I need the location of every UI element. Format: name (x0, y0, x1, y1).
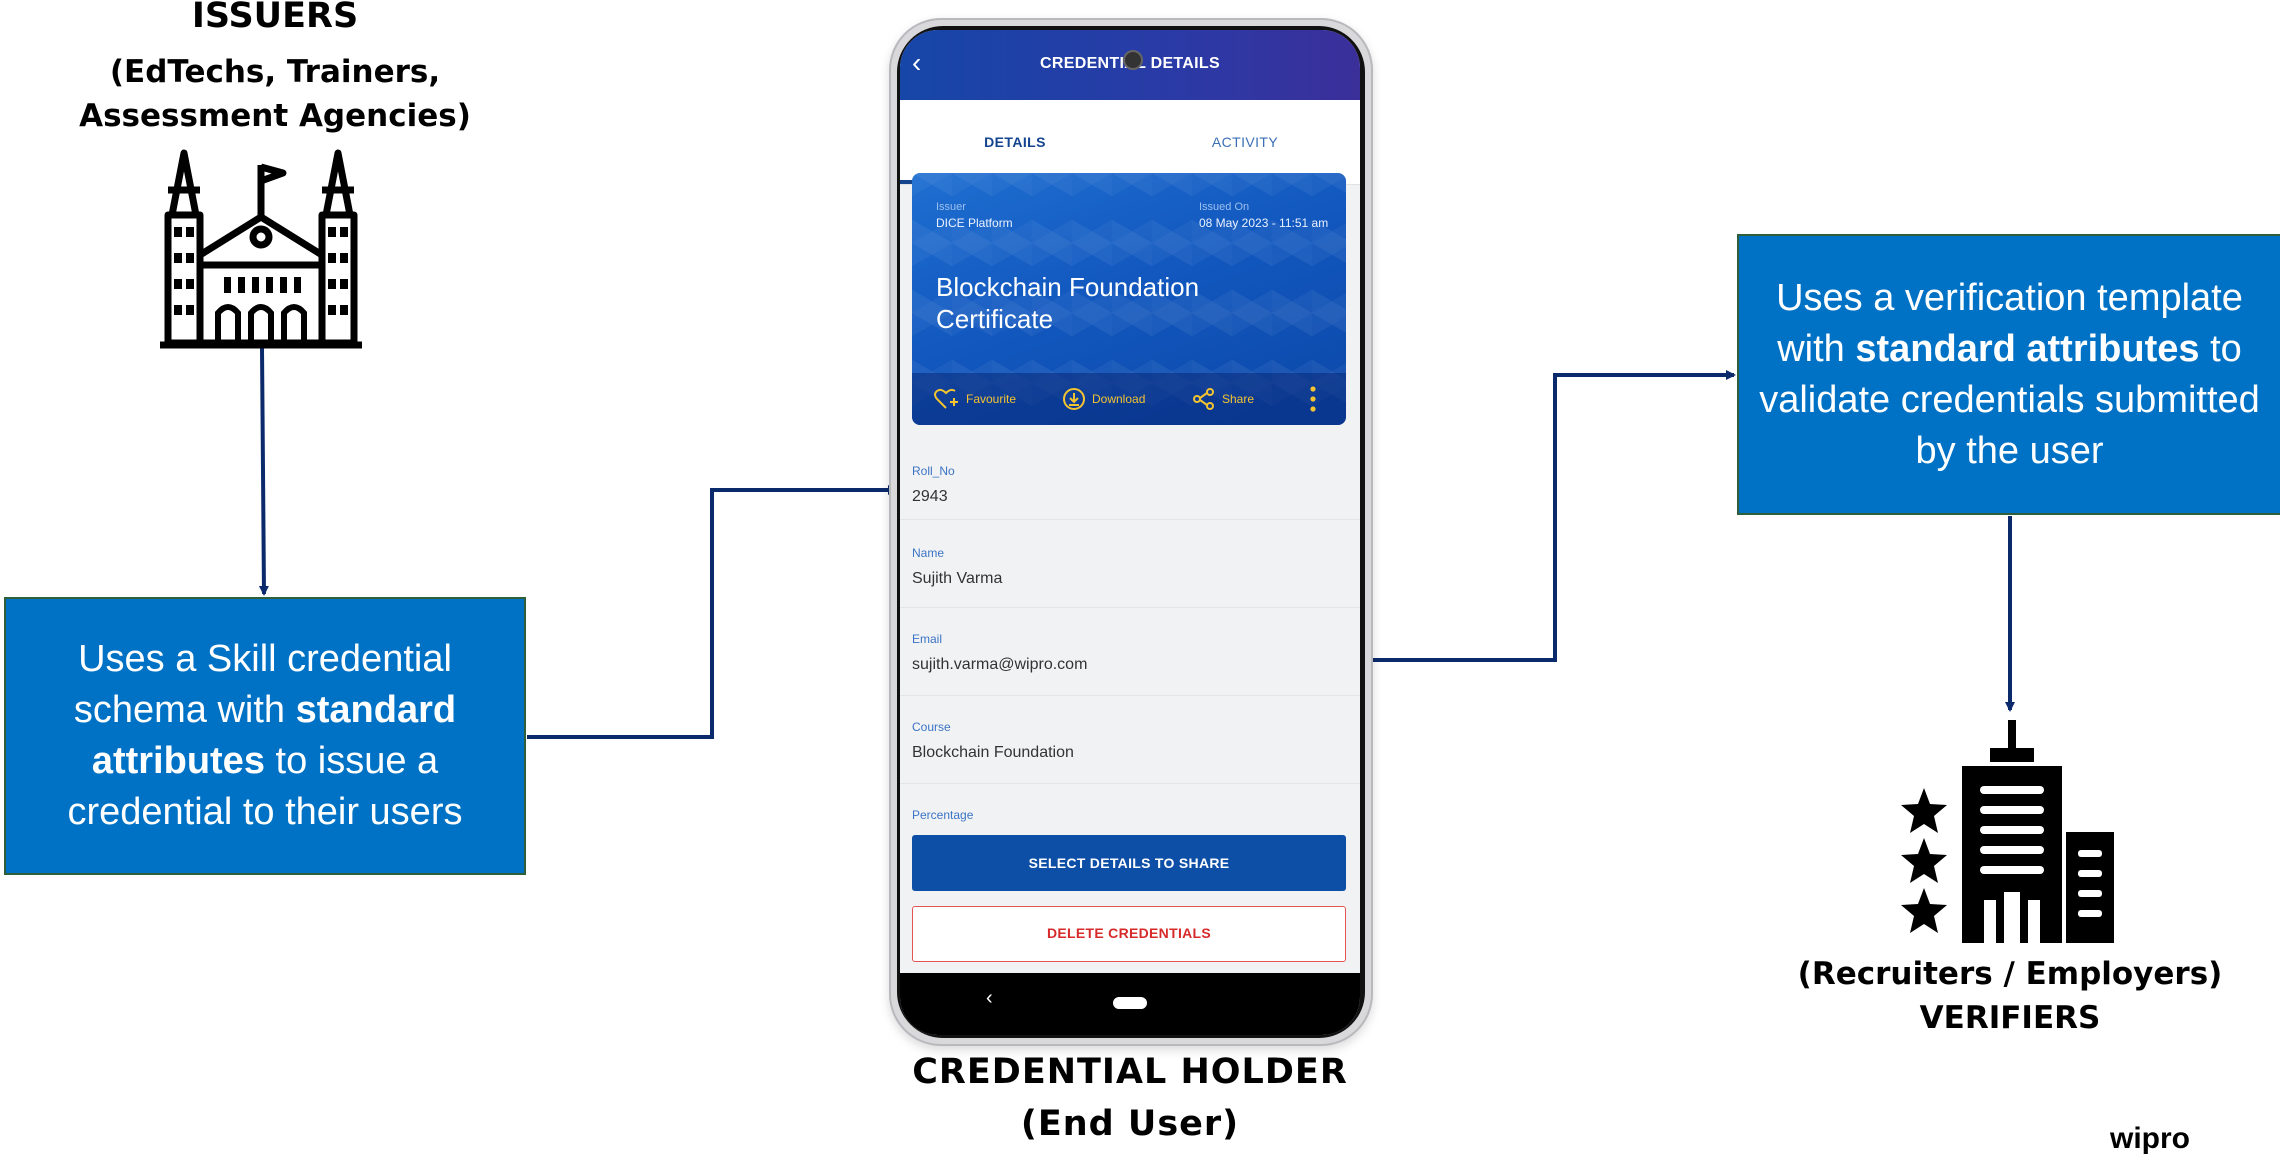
issuers-subtitle: (EdTechs, Trainers, Assessment Agencies) (60, 50, 490, 138)
issuers-title: ISSUERS (191, 0, 359, 36)
share-icon (1193, 388, 1214, 410)
field-email: Email sujith.varma@wipro.com (900, 608, 1360, 696)
card-issuer-label: Issuer (936, 201, 966, 213)
select-details-to-share-button[interactable]: SELECT DETAILS TO SHARE (912, 835, 1346, 891)
share-label: Share (1222, 392, 1255, 406)
verifier-description-text: Uses a verification template with standa… (1759, 273, 2260, 477)
verifiers-label-line2: VERIFIERS (1919, 1000, 2101, 1036)
nav-home-pill[interactable] (1113, 997, 1147, 1009)
credential-card[interactable]: Issuer DICE Platform Issued On 08 May 20… (912, 173, 1346, 425)
card-issued-value: 08 May 2023 - 11:51 am (1199, 216, 1329, 230)
share-action[interactable]: Share (1192, 387, 1254, 411)
holder-label-line2: (End User) (1020, 1104, 1240, 1144)
download-icon (1063, 388, 1085, 410)
verifier-text-bold: standard attributes (1855, 327, 2200, 370)
field-value: Sujith Varma (912, 570, 1003, 587)
front-camera (1123, 50, 1143, 70)
arrow-box-to-phone (527, 485, 898, 739)
arrow-issuer-to-box (258, 347, 269, 596)
holder-label-line1: CREDENTIAL HOLDER (912, 1052, 1348, 1092)
brand-wordmark: wipro (2110, 1122, 2190, 1155)
field-course: Course Blockchain Foundation (900, 696, 1360, 784)
tab-details[interactable]: DETAILS (900, 100, 1130, 184)
more-vert-icon[interactable] (1310, 385, 1316, 413)
delete-credentials-button[interactable]: DELETE CREDENTIALS (912, 906, 1346, 962)
download-action[interactable]: Download (1062, 387, 1145, 411)
holder-label: CREDENTIAL HOLDER (End User) (880, 1046, 1380, 1150)
field-roll-no: Roll_No 2943 (900, 440, 1360, 520)
favourite-label: Favourite (966, 392, 1017, 406)
issuers-subtitle-line1: (EdTechs, Trainers, (109, 54, 441, 90)
app-bar: ‹ CREDENTIAL DETAILS (900, 30, 1360, 100)
android-nav-bar: ‹ (900, 973, 1360, 1035)
arrow-phone-to-verifier-box (1372, 370, 1736, 662)
issuer-description-box: Uses a Skill credential schema with stan… (4, 597, 526, 875)
field-value: 2943 (912, 488, 948, 505)
verifier-description-box: Uses a verification template with standa… (1737, 234, 2280, 515)
card-title: Blockchain Foundation Certificate (936, 272, 1200, 334)
heart-plus-icon (934, 388, 958, 409)
verifiers-label: (Recruiters / Employers) VERIFIERS (1780, 952, 2240, 1040)
issuers-subtitle-line2: Assessment Agencies) (79, 98, 471, 134)
field-label: Email (912, 632, 943, 646)
card-issued-label: Issued On (1199, 201, 1250, 213)
tab-activity[interactable]: ACTIVITY (1130, 100, 1360, 184)
field-value: Blockchain Foundation (912, 744, 1074, 761)
nav-back-icon[interactable]: ‹ (986, 987, 993, 1010)
download-label: Download (1092, 392, 1146, 406)
field-name: Name Sujith Varma (900, 520, 1360, 608)
field-label: Course (912, 720, 951, 734)
field-label: Roll_No (912, 464, 955, 478)
institution-building-icon (160, 149, 362, 349)
verifiers-label-line1: (Recruiters / Employers) (1797, 956, 2223, 992)
issuer-description-text: Uses a Skill credential schema with stan… (34, 634, 496, 838)
favourite-action[interactable]: Favourite (934, 387, 1016, 411)
office-building-stars-icon (1901, 720, 2114, 943)
field-label: Name (912, 546, 945, 560)
card-actions: Favourite Download Share (912, 373, 1346, 425)
field-value: sujith.varma@wipro.com (912, 656, 1088, 673)
field-percentage: Percentage (900, 784, 1360, 824)
field-label: Percentage (912, 808, 974, 822)
phone-screen: ‹ CREDENTIAL DETAILS DETAILS ACTIVITY Is… (900, 30, 1360, 1035)
card-issuer-value: DICE Platform (936, 216, 1013, 230)
